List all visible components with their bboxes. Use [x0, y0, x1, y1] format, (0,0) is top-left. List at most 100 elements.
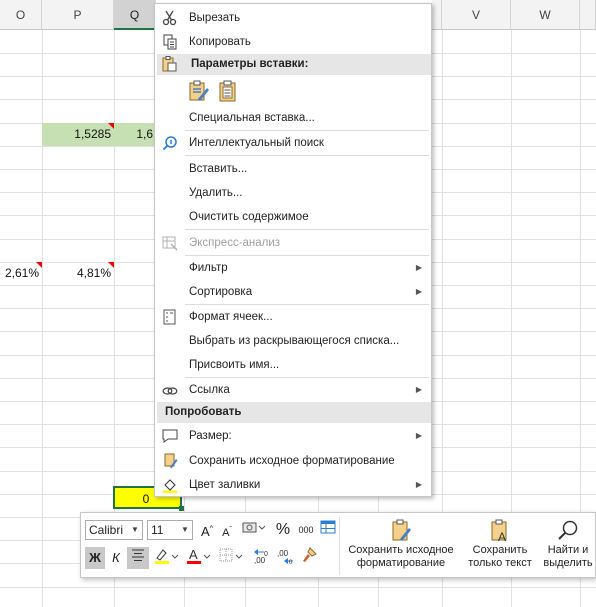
font-color-button[interactable]: A	[185, 547, 213, 569]
column-header-u[interactable]	[432, 0, 442, 30]
highlighter-icon	[154, 549, 180, 568]
smart-lookup-icon	[162, 135, 178, 151]
link-icon	[162, 382, 178, 398]
fill-handle[interactable]	[179, 506, 184, 511]
menu-item-format-cells-label: Формат ячеек...	[189, 311, 273, 323]
increase-font-size-button[interactable]: A^	[199, 519, 215, 541]
clipboard-icon	[161, 56, 177, 72]
table-icon	[320, 520, 336, 538]
number-format-button[interactable]	[241, 519, 269, 541]
menu-item-copy-label: Копировать	[189, 36, 251, 48]
column-header-w[interactable]: W	[511, 0, 580, 30]
menu-separator	[185, 155, 429, 156]
bold-button[interactable]: Ж	[85, 547, 105, 569]
menu-item-copy[interactable]: Копировать	[155, 30, 431, 54]
paste-options-label: Параметры вставки:	[191, 58, 309, 70]
menu-item-format-cells[interactable]: Формат ячеек...	[155, 305, 431, 329]
cell-p-value[interactable]: 1,5285	[42, 123, 114, 146]
submenu-arrow-icon: ▶	[415, 480, 422, 489]
format-painter-button[interactable]	[299, 547, 319, 569]
menu-item-pick-from-list-label: Выбрать из раскрывающегося списка...	[189, 335, 400, 347]
paste-values-icon	[217, 80, 239, 106]
keep-text-line2: только текст	[468, 557, 532, 569]
cell-q-value[interactable]: 1,6	[114, 123, 156, 146]
menu-item-keep-source-formatting[interactable]: Сохранить исходное форматирование	[155, 449, 431, 473]
decrease-decimal-icon: ,00 0	[276, 549, 296, 568]
cell-q-value-text: 1,6	[136, 127, 153, 141]
paint-bucket-icon	[162, 477, 178, 493]
copy-icon	[162, 34, 178, 50]
decrease-font-size-button[interactable]: Aˇ	[219, 519, 235, 541]
cell-p-percent-text: 4,81%	[76, 266, 111, 280]
menu-item-pick-from-list[interactable]: Выбрать из раскрывающегося списка...	[155, 329, 431, 353]
increase-decimal-button[interactable]: ,00 0	[251, 547, 273, 569]
cell-p-percent[interactable]: 4,81%	[42, 262, 114, 285]
menu-item-define-name[interactable]: Присвоить имя...	[155, 353, 431, 377]
menu-item-delete[interactable]: Удалить...	[155, 181, 431, 205]
column-header-x[interactable]	[580, 0, 596, 30]
menu-item-define-name-label: Присвоить имя...	[189, 359, 280, 371]
svg-text:,00: ,00	[277, 549, 289, 558]
font-name-value: Calibri	[89, 523, 124, 537]
menu-item-link-label: Ссылка	[189, 384, 230, 396]
comment-indicator	[108, 262, 114, 268]
menu-item-paste-special[interactable]: Специальная вставка...	[155, 106, 431, 130]
borders-button[interactable]	[217, 547, 245, 569]
quick-analysis-icon	[162, 235, 178, 251]
menu-item-delete-label: Удалить...	[189, 187, 243, 199]
menu-item-quick-analysis-label: Экспресс-анализ	[189, 237, 281, 249]
paste-button[interactable]	[188, 79, 210, 103]
menu-separator	[185, 229, 429, 230]
column-header-o[interactable]: O	[0, 0, 42, 30]
paste-values-button[interactable]	[217, 79, 239, 103]
magnifier-icon	[541, 519, 595, 543]
mini-toolbar: Calibri ▼ 11 ▼ A^ Aˇ % 000 Ж К A ,00 0 ,…	[80, 512, 596, 578]
column-header-v[interactable]: V	[442, 0, 511, 30]
menu-item-insert[interactable]: Вставить...	[155, 157, 431, 181]
column-header-q[interactable]: Q	[114, 0, 156, 30]
submenu-arrow-icon: ▶	[415, 263, 422, 272]
menu-item-sort[interactable]: Сортировка ▶	[155, 280, 431, 304]
svg-text:0: 0	[264, 551, 268, 558]
menu-item-clear-contents[interactable]: Очистить содержимое	[155, 205, 431, 229]
menu-item-size[interactable]: Размер: ▶	[155, 424, 431, 448]
percent-style-button[interactable]: %	[275, 519, 291, 541]
percent-label: %	[275, 521, 291, 538]
comma-style-button[interactable]: 000	[295, 519, 317, 541]
align-center-icon	[131, 549, 145, 565]
menu-item-link[interactable]: Ссылка ▶	[155, 378, 431, 402]
cell-o-percent[interactable]: 2,61%	[0, 262, 42, 285]
column-header-p[interactable]: P	[42, 0, 114, 30]
menu-item-fill-color[interactable]: Цвет заливки ▶	[155, 473, 431, 497]
svg-text:A: A	[498, 530, 506, 543]
menu-item-smart-lookup[interactable]: Интеллектуальный поиск	[155, 131, 431, 155]
highlight-color-button[interactable]	[153, 547, 181, 569]
keep-source-formatting-button[interactable]: Сохранить исходное форматирование	[343, 519, 459, 575]
format-as-table-button[interactable]	[319, 519, 337, 541]
paste-options-header: Параметры вставки:	[157, 54, 431, 75]
keep-source-line2: форматирование	[356, 557, 446, 569]
italic-button[interactable]: К	[107, 547, 125, 569]
menu-item-paste-special-label: Специальная вставка...	[189, 112, 315, 124]
cell-p-value-text: 1,5285	[74, 127, 111, 141]
increase-decimal-icon: ,00 0	[252, 549, 272, 568]
cell-o-percent-text: 2,61%	[4, 266, 39, 280]
try-section-label: Попробовать	[165, 406, 242, 418]
center-align-button[interactable]	[127, 547, 149, 569]
format-cells-icon	[162, 309, 178, 325]
active-cell-text: 0	[142, 492, 150, 506]
submenu-arrow-icon: ▶	[415, 385, 422, 394]
format-painter-icon	[162, 453, 178, 469]
keep-text-only-button[interactable]: A Сохранить только текст	[461, 519, 539, 575]
italic-label: К	[112, 550, 120, 565]
menu-item-keep-source-formatting-label: Сохранить исходное форматирование	[189, 455, 395, 467]
find-and-select-button[interactable]: Найти и выделить	[541, 519, 595, 575]
font-size-select[interactable]: 11 ▼	[147, 520, 193, 540]
menu-item-cut[interactable]: Вырезать	[155, 6, 431, 30]
menu-item-filter[interactable]: Фильтр ▶	[155, 256, 431, 280]
decrease-font-icon: Aˇ	[222, 526, 232, 539]
submenu-arrow-icon: ▶	[415, 287, 422, 296]
menu-item-quick-analysis: Экспресс-анализ	[155, 231, 431, 255]
decrease-decimal-button[interactable]: ,00 0	[275, 547, 297, 569]
font-name-select[interactable]: Calibri ▼	[85, 520, 143, 540]
